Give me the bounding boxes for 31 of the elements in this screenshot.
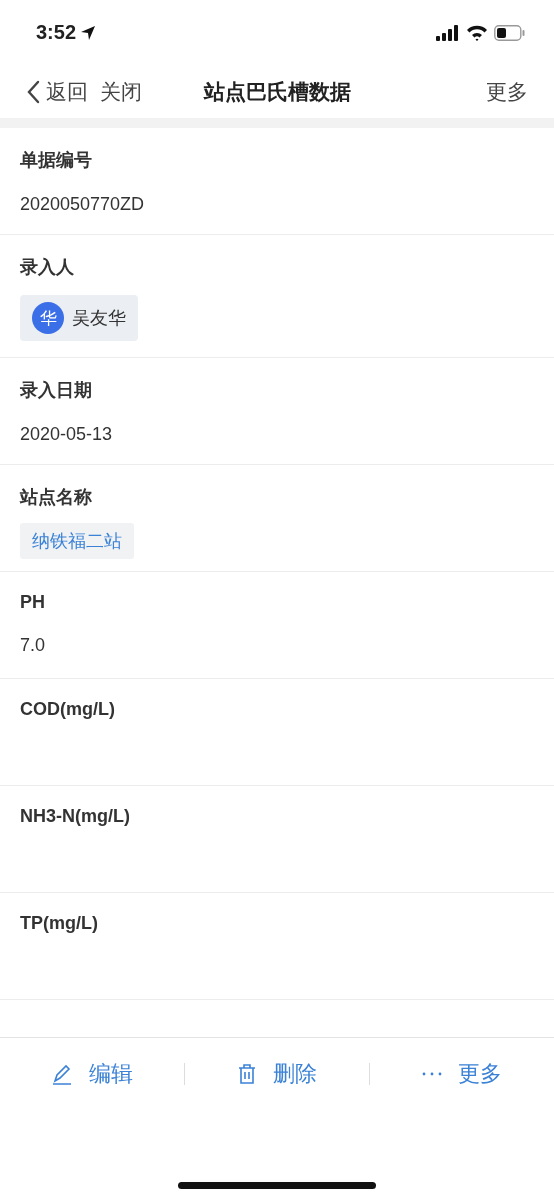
field-value: 7.0	[20, 635, 47, 656]
person-name: 吴友华	[72, 307, 126, 330]
location-arrow-icon	[80, 24, 97, 41]
field-label: 站点名称	[20, 486, 93, 509]
more-button[interactable]: 更多	[370, 1058, 554, 1090]
signal-icon	[436, 24, 460, 41]
back-chevron-icon[interactable]	[26, 79, 40, 104]
field-label: NH3-N(mg/L)	[20, 806, 131, 827]
close-button[interactable]: 关闭	[100, 77, 142, 106]
field-label: COD(mg/L)	[20, 699, 116, 720]
field-label: 单据编号	[20, 149, 93, 172]
field-value: 2020050770ZD	[20, 194, 146, 215]
field-label: 录入日期	[20, 379, 93, 402]
person-chip[interactable]: 华 吴友华	[20, 295, 138, 341]
delete-button[interactable]: 删除	[185, 1058, 369, 1090]
status-time: 3:52	[36, 21, 77, 44]
field-label: TP(mg/L)	[20, 913, 99, 934]
page-title: 站点巴氏槽数据	[203, 78, 351, 105]
field-label: PH	[20, 592, 46, 613]
battery-icon	[494, 24, 526, 41]
more-button[interactable]: 更多	[486, 77, 528, 106]
back-button[interactable]: 返回	[46, 77, 88, 106]
avatar: 华	[32, 302, 64, 334]
wifi-icon	[466, 24, 488, 41]
field-value: 2020-05-13	[20, 424, 114, 445]
edit-button[interactable]: 编辑	[0, 1058, 184, 1090]
field-label: 录入人	[20, 256, 75, 279]
trash-icon	[237, 1063, 257, 1085]
station-tag[interactable]: 纳铁福二站	[20, 523, 134, 559]
pencil-icon	[51, 1063, 73, 1085]
ellipsis-icon	[422, 1072, 442, 1076]
